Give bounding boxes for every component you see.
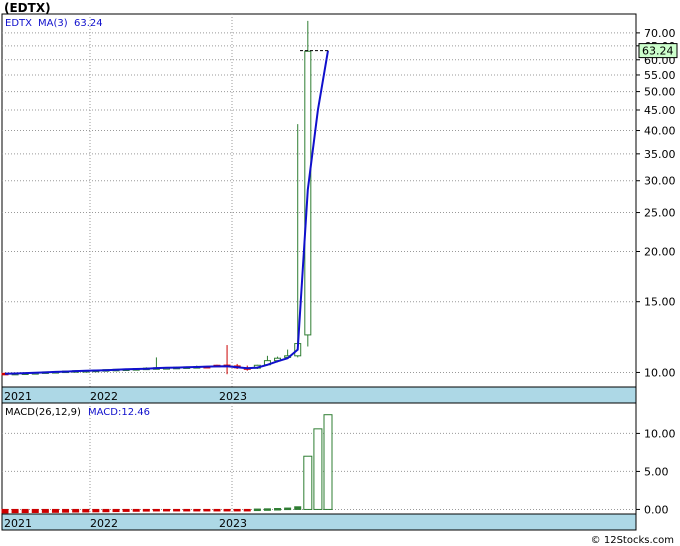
macd-bar <box>51 508 59 513</box>
chart-canvas: 10.00 15.00 20.00 25.00 30.00 35.00 40.00 45.00… <box>1 13 678 531</box>
macd-bar <box>213 508 221 512</box>
macd-bar <box>21 508 29 514</box>
legend-ma-label: MA(3) <box>38 18 68 29</box>
price-tick-label: 45.00 <box>644 104 676 117</box>
price-tick-label: 70.00 <box>644 27 676 40</box>
macd-bar <box>274 508 282 511</box>
macd-bar <box>152 508 160 512</box>
macd-bar <box>82 508 90 513</box>
macd-bar <box>132 508 140 512</box>
macd-bar <box>163 508 170 512</box>
macd-legend: MACD(26,12,9) MACD:12.46 <box>5 407 150 418</box>
site-credit: © 12Stocks.com <box>590 535 674 546</box>
price-tick-label: 15.00 <box>644 296 676 309</box>
macd-bar <box>72 508 80 513</box>
price-tick-label: 35.00 <box>644 148 676 161</box>
macd-bar <box>243 508 251 512</box>
macd-bar <box>62 508 70 513</box>
price-x-label: 2023 <box>219 390 247 403</box>
price-x-label: 2021 <box>4 390 32 403</box>
macd-bar <box>193 508 201 512</box>
macd-bar <box>1 508 9 514</box>
macd-bar <box>284 507 292 511</box>
macd-bar <box>41 508 49 513</box>
macd-x-label: 2021 <box>4 517 32 530</box>
macd-legend-value: MACD:12.46 <box>88 407 150 418</box>
macd-tick-label: 5.00 <box>644 465 669 478</box>
macd-panel: 0.00 5.00 10.00 MACD(26,12,9) MACD:12.46 2021… <box>1 402 676 531</box>
price-tick-label: 55.00 <box>644 69 676 82</box>
price-panel: 10.00 15.00 20.00 25.00 30.00 35.00 40.00 45.00… <box>1 13 678 404</box>
legend-symbol: EDTX <box>5 18 32 29</box>
macd-bar <box>253 508 261 512</box>
price-tick-label: 50.00 <box>644 86 676 99</box>
macd-bar <box>294 506 302 510</box>
macd-bar <box>122 508 130 512</box>
legend-ma-value: 63.24 <box>74 18 103 29</box>
macd-tick-label: 10.00 <box>644 427 676 440</box>
macd-tick-label: 0.00 <box>644 503 669 516</box>
macd-bar <box>313 428 323 510</box>
price-tick-label: 30.00 <box>644 175 676 188</box>
macd-bar <box>233 508 241 512</box>
macd-bar <box>323 414 333 510</box>
macd-bar <box>31 508 39 513</box>
last-price-label: 63.24 <box>642 45 674 58</box>
macd-bar <box>112 508 120 513</box>
macd-bar <box>303 455 313 510</box>
macd-x-label: 2022 <box>90 517 118 530</box>
macd-bar <box>102 508 110 513</box>
price-plot-area <box>1 13 637 388</box>
macd-bar <box>11 508 19 514</box>
macd-x-label: 2023 <box>219 517 247 530</box>
macd-bar <box>183 508 191 512</box>
price-tick-label: 20.00 <box>644 245 676 258</box>
macd-bar <box>173 508 181 512</box>
macd-bar <box>142 508 150 512</box>
macd-bar <box>223 508 231 512</box>
price-tick-label: 40.00 <box>644 125 676 138</box>
macd-bar <box>92 508 100 513</box>
macd-legend-label: MACD(26,12,9) <box>5 407 81 418</box>
macd-bar <box>263 508 271 511</box>
macd-bar <box>203 508 211 512</box>
price-x-label: 2022 <box>90 390 118 403</box>
price-tick-label: 25.00 <box>644 207 676 220</box>
price-legend: EDTX MA(3) 63.24 <box>5 18 103 29</box>
price-tick-label: 10.00 <box>644 366 676 379</box>
